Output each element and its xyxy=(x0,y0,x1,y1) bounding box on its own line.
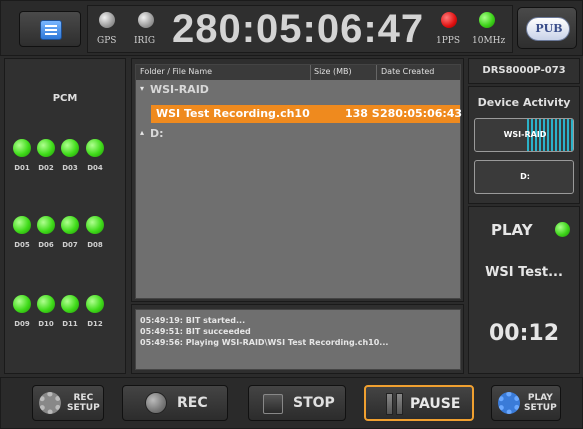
log-panel: 05:49:19: BIT started... 05:49:51: BIT s… xyxy=(131,304,464,374)
column-header-date[interactable]: Date Created xyxy=(381,67,434,76)
pub-label: PUB xyxy=(535,22,563,35)
log-line: 05:49:19: BIT started... xyxy=(140,316,246,325)
drive-label-wsi-raid: WSI-RAID xyxy=(503,130,547,139)
rec-label: REC xyxy=(177,395,208,411)
dio-label-d01: D01 xyxy=(14,164,30,172)
file-name: WSI Test Recording.ch10 xyxy=(156,107,310,120)
pcm-title: PCM xyxy=(52,93,78,104)
pps-label: 1PPS xyxy=(436,36,461,46)
play-status-label: PLAY xyxy=(491,221,533,239)
gps-status-indicator xyxy=(99,12,115,28)
dio-indicator-d01 xyxy=(13,139,31,157)
rec-setup-button[interactable]: REC SETUP xyxy=(32,385,104,421)
play-elapsed-time: 00:12 xyxy=(488,321,560,346)
time-display: GPS IRIG 280:05:06:47 1PPS 10MHz xyxy=(87,5,513,53)
pause-icon xyxy=(386,393,393,415)
device-activity-title: Device Activity xyxy=(477,96,571,109)
rec-button[interactable]: REC xyxy=(122,385,228,421)
dio-indicator-d08 xyxy=(86,216,104,234)
dio-indicator-d04 xyxy=(86,139,104,157)
play-status-panel: PLAY WSI Test... 00:12 xyxy=(468,206,580,374)
log-line: 05:49:56: Playing WSI-RAID\WSI Test Reco… xyxy=(140,338,389,347)
cloud-icon: PUB xyxy=(526,17,570,41)
device-activity-panel: Device Activity WSI-RAID D: xyxy=(468,86,580,204)
dio-indicator-d02 xyxy=(37,139,55,157)
dio-indicator-d05 xyxy=(13,216,31,234)
collapse-arrow-icon[interactable]: ▾ xyxy=(140,84,144,93)
irig-status-indicator xyxy=(138,12,154,28)
gear-icon xyxy=(39,392,61,414)
play-setup-button[interactable]: PLAY SETUP xyxy=(491,385,561,421)
dio-label-d03: D03 xyxy=(62,164,78,172)
dio-label-d06: D06 xyxy=(38,241,54,249)
dio-label-d12: D12 xyxy=(87,320,103,328)
dio-indicator-d11 xyxy=(61,295,79,313)
dio-label-d08: D08 xyxy=(87,241,103,249)
dio-label-d10: D10 xyxy=(38,320,54,328)
pcm-panel: PCM D01 D02 D03 D04 D05 D06 D07 D08 D09 … xyxy=(4,58,126,374)
device-name-panel: DRS8000P-073 xyxy=(468,58,580,84)
record-icon xyxy=(145,392,167,414)
pub-button[interactable]: PUB xyxy=(517,7,577,49)
10mhz-status-indicator xyxy=(479,12,495,28)
expand-arrow-icon[interactable]: ▴ xyxy=(140,128,144,137)
file-list[interactable]: Folder / File Name Size (MB) Date Create… xyxy=(135,64,463,299)
gps-label: GPS xyxy=(97,36,117,46)
file-size: 138 S xyxy=(345,107,380,120)
log-line: 05:49:51: BIT succeeded xyxy=(140,327,251,336)
dio-label-d04: D04 xyxy=(87,164,103,172)
file-row-selected[interactable]: WSI Test Recording.ch10 138 S 280:05:06:… xyxy=(151,105,463,123)
pps-status-indicator xyxy=(441,12,457,28)
dio-indicator-d09 xyxy=(13,295,31,313)
drive-activity-d[interactable]: D: xyxy=(474,160,574,194)
pause-button[interactable]: PAUSE xyxy=(364,385,474,421)
dio-label-d09: D09 xyxy=(14,320,30,328)
file-list-header: Folder / File Name Size (MB) Date Create… xyxy=(136,65,460,80)
column-header-size[interactable]: Size (MB) xyxy=(314,67,352,76)
dio-label-d07: D07 xyxy=(62,241,78,249)
dio-label-d02: D02 xyxy=(38,164,54,172)
folder-item-wsi-raid[interactable]: WSI-RAID xyxy=(150,83,209,96)
drive-label-d: D: xyxy=(520,172,530,181)
rec-setup-label: REC SETUP xyxy=(67,393,100,413)
pause-label: PAUSE xyxy=(410,396,461,412)
stop-label: STOP xyxy=(293,395,335,411)
play-setup-label: PLAY SETUP xyxy=(524,393,557,413)
dio-indicator-d07 xyxy=(61,216,79,234)
clock-time: 280:05:06:47 xyxy=(172,7,425,51)
device-name: DRS8000P-073 xyxy=(482,65,566,76)
log-text-area[interactable]: 05:49:19: BIT started... 05:49:51: BIT s… xyxy=(135,309,461,370)
column-header-name[interactable]: Folder / File Name xyxy=(140,67,212,76)
gear-icon xyxy=(498,392,520,414)
play-file-name: WSI Test... xyxy=(485,265,563,280)
dio-indicator-d06 xyxy=(37,216,55,234)
stop-button[interactable]: STOP xyxy=(248,385,346,421)
file-browser-panel: Folder / File Name Size (MB) Date Create… xyxy=(131,58,464,302)
bottom-toolbar: REC SETUP REC STOP PAUSE PLAY SETUP xyxy=(0,377,583,429)
dio-indicator-d12 xyxy=(86,295,104,313)
folder-item-d-drive[interactable]: D: xyxy=(150,127,164,140)
dio-label-d11: D11 xyxy=(62,320,78,328)
play-status-indicator xyxy=(555,222,570,237)
irig-label: IRIG xyxy=(134,36,156,46)
pause-icon-bar xyxy=(396,393,403,415)
drive-activity-wsi-raid[interactable]: WSI-RAID xyxy=(474,118,574,152)
top-bar: GPS IRIG 280:05:06:47 1PPS 10MHz PUB xyxy=(0,0,583,56)
dio-indicator-d10 xyxy=(37,295,55,313)
list-icon xyxy=(40,20,62,40)
menu-button[interactable] xyxy=(19,11,81,47)
dio-indicator-d03 xyxy=(61,139,79,157)
dio-label-d05: D05 xyxy=(14,241,30,249)
10mhz-label: 10MHz xyxy=(472,36,506,46)
file-date: 280:05:06:43 xyxy=(380,107,463,120)
stop-icon xyxy=(263,394,283,414)
